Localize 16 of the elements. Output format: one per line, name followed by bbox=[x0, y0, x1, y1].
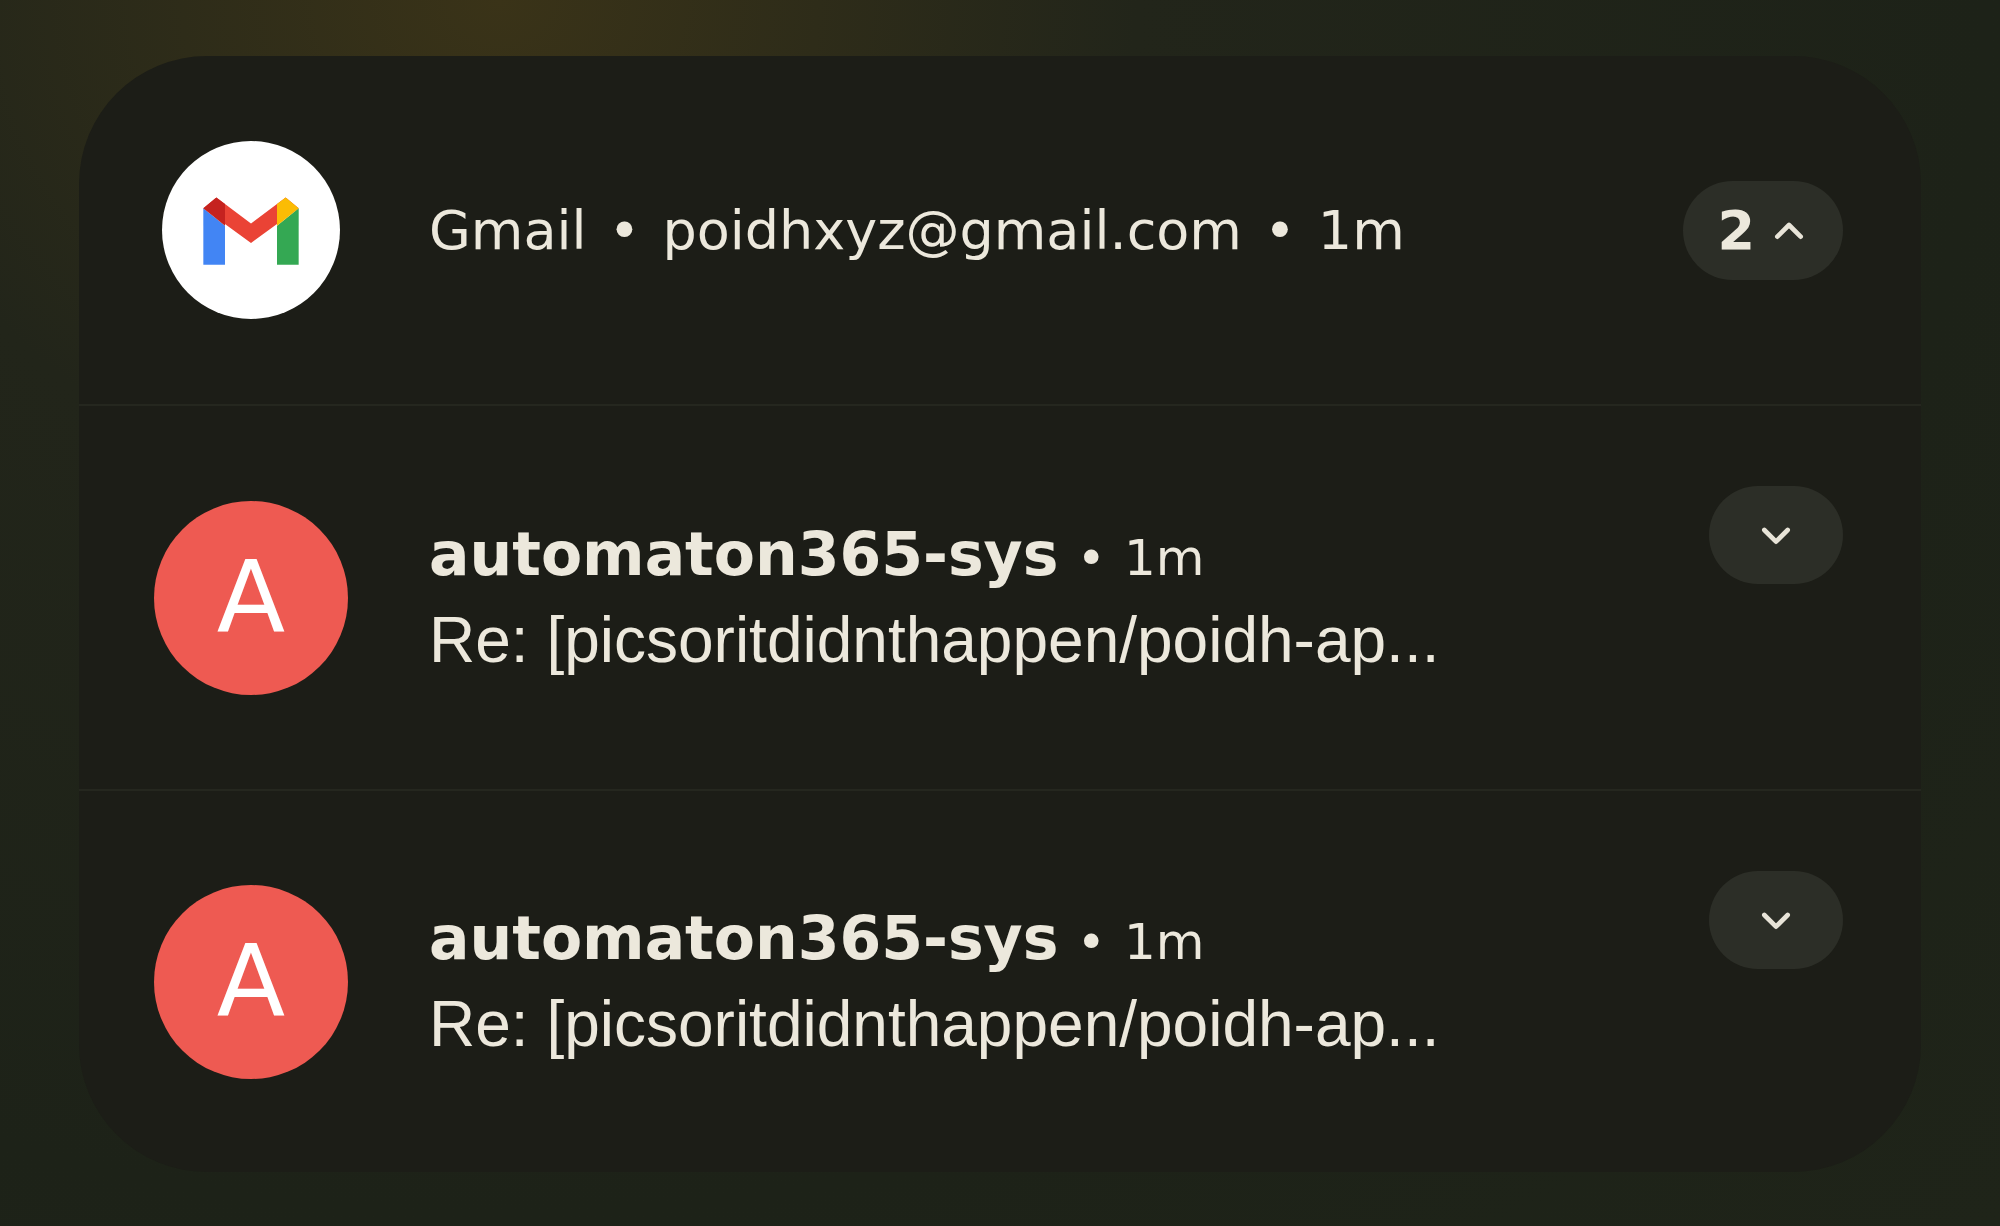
collapse-group-button[interactable]: 2 bbox=[1683, 180, 1843, 280]
notification-time: 1m bbox=[1123, 912, 1205, 971]
email-subject: Re: [picsoritdidnthappen/poidh-ap... bbox=[429, 602, 1441, 677]
email-subject: Re: [picsoritdidnthappen/poidh-ap... bbox=[429, 986, 1441, 1061]
separator-dot: • bbox=[1076, 528, 1106, 587]
separator-dot: • bbox=[1263, 198, 1296, 262]
notification-time: 1m bbox=[1123, 528, 1205, 587]
avatar: A bbox=[154, 884, 348, 1079]
separator-dot: • bbox=[1076, 912, 1106, 971]
avatar: A bbox=[154, 500, 348, 695]
sender-name: automaton365-sys bbox=[429, 518, 1059, 589]
sender-name: automaton365-sys bbox=[429, 902, 1059, 973]
notification-time: 1m bbox=[1317, 198, 1405, 262]
separator-dot: • bbox=[608, 198, 641, 262]
account-email: poidhxyz@gmail.com bbox=[662, 198, 1242, 262]
app-name: Gmail bbox=[429, 198, 587, 262]
